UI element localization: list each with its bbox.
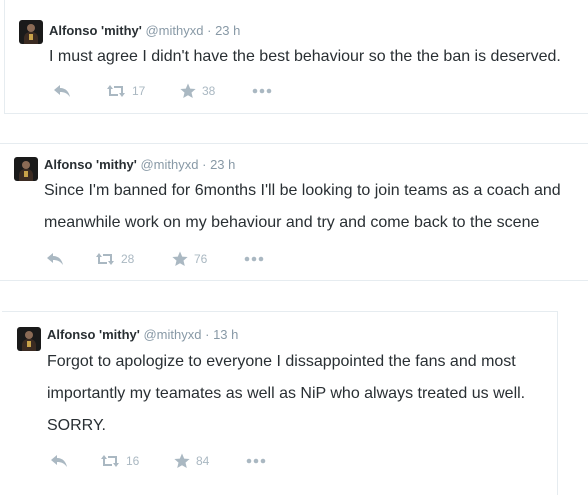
separator: · <box>202 157 207 172</box>
tweet[interactable]: Alfonso 'mithy' @mithyxd · 23 h I must a… <box>4 0 588 114</box>
tweet-text-line: SORRY. <box>47 417 106 434</box>
reply-icon <box>54 85 70 97</box>
retweet-button[interactable]: 17 <box>106 81 145 101</box>
star-icon <box>172 251 188 266</box>
like-button[interactable]: 38 <box>180 81 215 101</box>
star-icon <box>174 453 190 468</box>
more-icon <box>244 256 264 262</box>
tweet-text-line: Since I'm banned for 6months I'll be loo… <box>44 182 561 199</box>
retweet-count: 16 <box>126 454 140 468</box>
more-icon <box>252 88 272 94</box>
user-name[interactable]: Alfonso 'mithy' <box>47 327 140 342</box>
more-button[interactable] <box>252 81 272 101</box>
like-button[interactable]: 84 <box>174 451 209 471</box>
timestamp[interactable]: 23 h <box>210 157 235 172</box>
user-name[interactable]: Alfonso 'mithy' <box>49 23 142 38</box>
like-count: 76 <box>194 252 208 266</box>
user-handle[interactable]: @mithyxd <box>140 157 198 172</box>
tweet-text: Since I'm banned for 6months I'll be loo… <box>44 175 561 239</box>
like-button[interactable]: 76 <box>172 249 207 269</box>
user-handle[interactable]: @mithyxd <box>143 327 201 342</box>
retweet-icon <box>107 85 125 97</box>
reply-button[interactable] <box>46 249 64 269</box>
tweet-text-line: importantly my teamates as well as NiP w… <box>47 385 526 402</box>
user-handle[interactable]: @mithyxd <box>145 23 203 38</box>
tweet[interactable]: Alfonso 'mithy' @mithyxd · 23 h Since I'… <box>0 143 588 281</box>
tweet-text-line: meanwhile work on my behaviour and try a… <box>44 214 540 231</box>
more-icon <box>246 458 266 464</box>
tweet-header: Alfonso 'mithy' @mithyxd · 13 h <box>47 327 238 342</box>
retweet-count: 17 <box>132 84 146 98</box>
more-button[interactable] <box>246 451 266 471</box>
retweet-icon <box>101 455 119 467</box>
like-count: 84 <box>196 454 210 468</box>
tweet-text: Forgot to apologize to everyone I dissap… <box>47 346 525 442</box>
timestamp[interactable]: 23 h <box>215 23 240 38</box>
tweet[interactable]: Alfonso 'mithy' @mithyxd · 13 h Forgot t… <box>2 311 558 495</box>
user-name[interactable]: Alfonso 'mithy' <box>44 157 137 172</box>
tweet-text-line: I must agree I didn't have the best beha… <box>49 48 561 65</box>
separator: · <box>205 327 210 342</box>
timestamp[interactable]: 13 h <box>213 327 238 342</box>
tweet-text-line: Forgot to apologize to everyone I dissap… <box>47 353 516 370</box>
reply-button[interactable] <box>53 81 71 101</box>
tweet-header: Alfonso 'mithy' @mithyxd · 23 h <box>49 23 240 38</box>
like-count: 38 <box>202 84 216 98</box>
more-button[interactable] <box>244 249 264 269</box>
retweet-icon <box>96 253 114 265</box>
reply-button[interactable] <box>50 451 68 471</box>
retweet-button[interactable]: 16 <box>100 451 139 471</box>
avatar[interactable] <box>19 20 43 44</box>
avatar[interactable] <box>14 157 38 181</box>
retweet-button[interactable]: 28 <box>95 249 134 269</box>
retweet-count: 28 <box>121 252 135 266</box>
tweet-header: Alfonso 'mithy' @mithyxd · 23 h <box>44 157 235 172</box>
separator: · <box>207 23 212 38</box>
tweet-text: I must agree I didn't have the best beha… <box>49 41 561 73</box>
reply-icon <box>51 455 67 467</box>
reply-icon <box>47 253 63 265</box>
star-icon <box>180 83 196 98</box>
avatar[interactable] <box>17 327 41 351</box>
